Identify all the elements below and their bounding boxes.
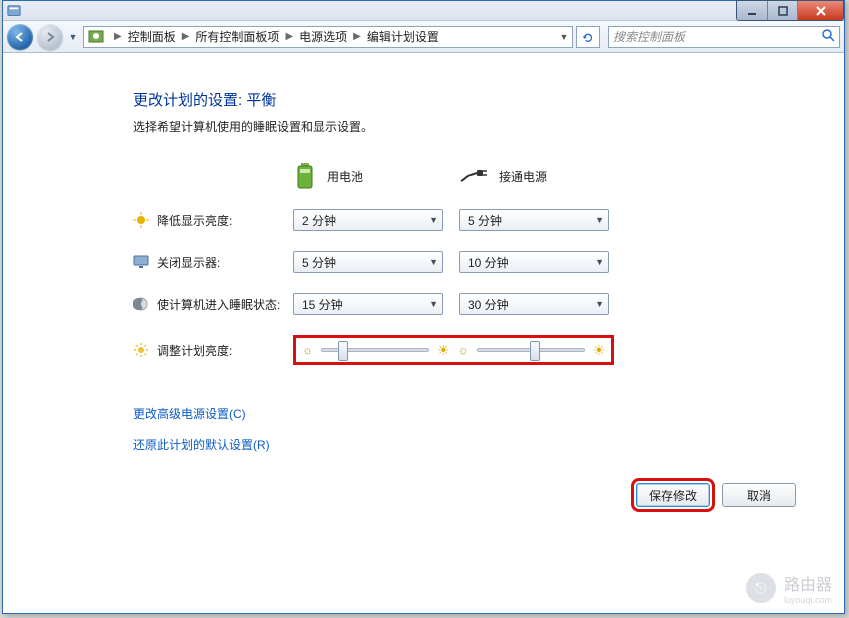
window: ▼ ▶ 控制面板 ▶ 所有控制面板项 ▶ 电源选项 ▶ 编辑计划设置 ▼ 搜索控… — [2, 0, 845, 614]
off-battery-select[interactable]: 5 分钟▼ — [293, 251, 443, 273]
sun-low-icon: ☼ — [458, 343, 469, 357]
advanced-power-link[interactable]: 更改高级电源设置(C) — [133, 405, 796, 422]
button-row: 保存修改 取消 — [636, 483, 796, 507]
minimize-button[interactable] — [737, 1, 767, 20]
close-button[interactable] — [797, 1, 843, 20]
watermark-icon: ⎋ — [746, 573, 776, 603]
dim-ac-select[interactable]: 5 分钟▼ — [459, 209, 609, 231]
app-icon — [7, 4, 21, 18]
brightness-sliders-highlight: ☼ ☀ ☼ ☀ — [293, 335, 614, 365]
moon-icon — [133, 296, 149, 312]
control-panel-icon — [88, 29, 104, 45]
brightness-ac-slider[interactable] — [477, 348, 585, 352]
sun-low-icon: ☼ — [302, 343, 313, 357]
links-section: 更改高级电源设置(C) 还原此计划的默认设置(R) — [133, 405, 796, 453]
crumb-edit-plan[interactable]: 编辑计划设置 — [367, 28, 439, 45]
search-box[interactable]: 搜索控制面板 — [608, 26, 840, 48]
brightness-label: 调整计划亮度: — [157, 342, 232, 359]
battery-icon — [293, 161, 317, 191]
sleep-battery-select[interactable]: 15 分钟▼ — [293, 293, 443, 315]
slider-thumb[interactable] — [530, 341, 540, 361]
sun-high-icon: ☀ — [593, 342, 606, 359]
dim-battery-select[interactable]: 2 分钟▼ — [293, 209, 443, 231]
column-ac-label: 接通电源 — [499, 168, 547, 185]
column-battery: 用电池 — [293, 161, 459, 191]
titlebar — [3, 1, 844, 21]
off-ac-select[interactable]: 10 分钟▼ — [459, 251, 609, 273]
maximize-button[interactable] — [767, 1, 797, 20]
sleep-ac-select[interactable]: 30 分钟▼ — [459, 293, 609, 315]
chevron-down-icon: ▼ — [429, 215, 438, 225]
chevron-down-icon: ▼ — [595, 257, 604, 267]
dim-label: 降低显示亮度: — [157, 212, 232, 229]
address-dropdown[interactable]: ▼ — [556, 32, 572, 42]
column-battery-label: 用电池 — [327, 168, 363, 185]
row-sleep: 使计算机进入睡眠状态: 15 分钟▼ 30 分钟▼ — [133, 293, 796, 315]
breadcrumb-sep: ▶ — [347, 31, 367, 42]
off-label: 关闭显示器: — [157, 254, 220, 271]
column-headers: 用电池 接通电源 — [133, 161, 796, 191]
sleep-label: 使计算机进入睡眠状态: — [157, 296, 280, 313]
breadcrumb-sep: ▶ — [108, 31, 128, 42]
breadcrumb-sep: ▶ — [176, 31, 196, 42]
address-bar[interactable]: ▶ 控制面板 ▶ 所有控制面板项 ▶ 电源选项 ▶ 编辑计划设置 ▼ — [83, 26, 573, 48]
forward-button[interactable] — [37, 24, 63, 50]
watermark-brand: 路由器 — [784, 571, 832, 595]
watermark-domain: luyouqi.com — [784, 595, 832, 605]
window-buttons — [736, 0, 844, 21]
back-button[interactable] — [7, 24, 33, 50]
search-icon — [821, 28, 835, 45]
watermark: ⎋ 路由器 luyouqi.com — [746, 571, 832, 605]
page-subtitle: 选择希望计算机使用的睡眠设置和显示设置。 — [133, 118, 796, 135]
refresh-icon — [581, 30, 595, 44]
row-turn-off-display: 关闭显示器: 5 分钟▼ 10 分钟▼ — [133, 251, 796, 273]
row-brightness: 调整计划亮度: ☼ ☀ ☼ ☀ — [133, 335, 796, 365]
cancel-button[interactable]: 取消 — [722, 483, 796, 507]
chevron-down-icon: ▼ — [595, 299, 604, 309]
chevron-down-icon: ▼ — [595, 215, 604, 225]
page-title: 更改计划的设置: 平衡 — [133, 89, 796, 110]
save-button[interactable]: 保存修改 — [636, 483, 710, 507]
search-placeholder: 搜索控制面板 — [613, 28, 821, 45]
monitor-icon — [133, 254, 149, 270]
column-ac: 接通电源 — [459, 161, 625, 191]
refresh-button[interactable] — [576, 26, 600, 48]
slider-thumb[interactable] — [338, 341, 348, 361]
chevron-down-icon: ▼ — [429, 257, 438, 267]
history-dropdown[interactable]: ▼ — [67, 32, 79, 42]
crumb-control-panel[interactable]: 控制面板 — [128, 28, 176, 45]
crumb-power-options[interactable]: 电源选项 — [299, 28, 347, 45]
row-dim-display: 降低显示亮度: 2 分钟▼ 5 分钟▼ — [133, 209, 796, 231]
restore-defaults-link[interactable]: 还原此计划的默认设置(R) — [133, 436, 796, 453]
plug-icon — [459, 166, 489, 186]
brightness-battery-slider[interactable] — [321, 348, 429, 352]
breadcrumb-sep: ▶ — [279, 31, 299, 42]
brightness-icon — [133, 342, 149, 358]
crumb-all-items[interactable]: 所有控制面板项 — [195, 28, 279, 45]
nav-bar: ▼ ▶ 控制面板 ▶ 所有控制面板项 ▶ 电源选项 ▶ 编辑计划设置 ▼ 搜索控… — [3, 21, 844, 53]
dim-icon — [133, 212, 149, 228]
sun-high-icon: ☀ — [437, 342, 450, 359]
chevron-down-icon: ▼ — [429, 299, 438, 309]
content-area: 更改计划的设置: 平衡 选择希望计算机使用的睡眠设置和显示设置。 用电池 接通电… — [3, 53, 844, 613]
